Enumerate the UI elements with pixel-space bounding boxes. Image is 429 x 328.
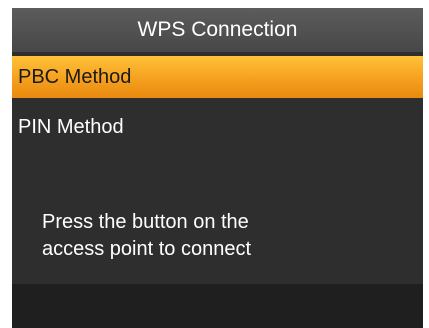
menu-item-pbc-method[interactable]: PBC Method xyxy=(12,56,423,98)
instruction-line-1: Press the button on the xyxy=(42,211,249,233)
footer-bar xyxy=(12,284,423,328)
wps-method-menu: PBC Method PIN Method Press the button o… xyxy=(12,52,423,284)
instruction-line-2: access point to connect xyxy=(42,238,252,260)
screen-title: WPS Connection xyxy=(12,8,423,52)
menu-item-pin-method[interactable]: PIN Method xyxy=(12,106,423,148)
instruction-text: Press the button on the access point to … xyxy=(42,209,402,263)
device-screen: WPS Connection PBC Method PIN Method Pre… xyxy=(0,0,429,328)
